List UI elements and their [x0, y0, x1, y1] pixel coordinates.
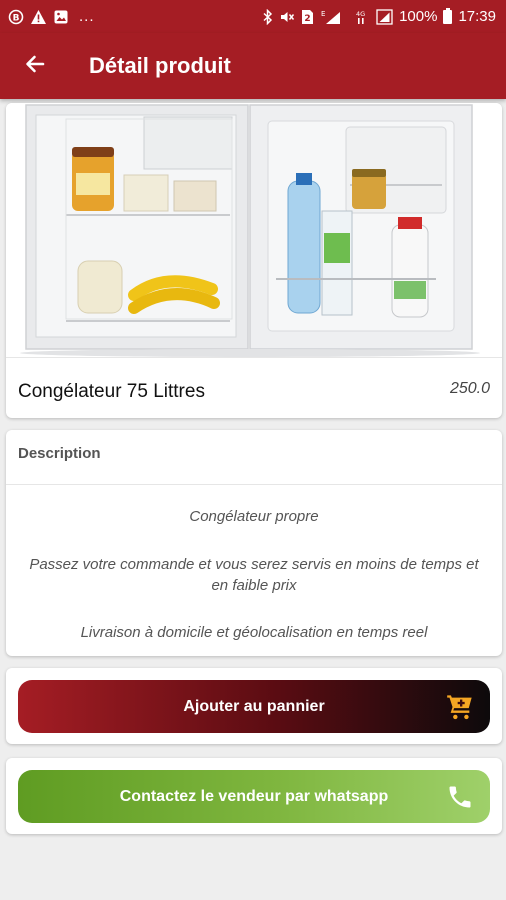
description-line: Congélateur propre — [189, 508, 319, 525]
sim-card-icon: 2 — [301, 9, 314, 25]
contact-whatsapp-label: Contactez le vendeur par whatsapp — [119, 787, 389, 805]
svg-text:E: E — [321, 10, 325, 18]
cart-card: Ajouter au pannier — [6, 668, 502, 744]
warning-icon — [30, 9, 47, 25]
battery-percent: 100% — [399, 8, 438, 25]
description-line: Livraison à domicile et géolocalisation … — [80, 624, 428, 641]
contact-whatsapp-button[interactable]: Contactez le vendeur par whatsapp — [18, 770, 490, 823]
mute-icon — [279, 9, 295, 25]
bluetooth-icon — [263, 8, 273, 25]
svg-text:B: B — [13, 13, 20, 23]
phone-icon — [446, 783, 474, 811]
add-to-cart-label: Ajouter au pannier — [183, 697, 325, 715]
status-overflow: ... — [79, 8, 95, 25]
description-card: Description Congélateur propre Passez vo… — [6, 430, 502, 656]
description-divider — [6, 484, 502, 485]
app-bar: Détail produit — [0, 33, 506, 99]
description-header: Description — [18, 445, 101, 462]
product-name: Congélateur 75 Littres — [18, 381, 205, 402]
network-type-icon: 4G — [356, 9, 370, 25]
status-bar-left: B ... — [8, 8, 95, 25]
status-bar: B ... 2 E 4G 100% 17:39 — [0, 0, 506, 33]
svg-text:4G: 4G — [356, 10, 365, 18]
signal-icon: E — [320, 9, 350, 25]
whatsapp-card: Contactez le vendeur par whatsapp — [6, 758, 502, 834]
arrow-left-icon — [23, 52, 47, 81]
back-button[interactable] — [0, 33, 70, 99]
bixby-icon: B — [8, 9, 24, 25]
battery-icon — [443, 7, 453, 24]
sim-badge: 2 — [304, 14, 310, 24]
cart-icon — [446, 693, 474, 721]
signal-box-icon — [376, 8, 393, 25]
page-title: Détail produit — [89, 53, 231, 78]
status-bar-right: 2 E 4G 100% 17:39 — [263, 7, 496, 25]
product-card: Congélateur 75 Littres 250.0 — [6, 103, 502, 418]
product-divider — [6, 357, 502, 358]
clock: 17:39 — [458, 8, 496, 25]
add-to-cart-button[interactable]: Ajouter au pannier — [18, 680, 490, 733]
gallery-icon — [53, 9, 69, 25]
product-price: 250.0 — [449, 380, 490, 397]
description-line: Passez votre commande et vous serez serv… — [29, 556, 479, 594]
product-image — [6, 103, 502, 357]
